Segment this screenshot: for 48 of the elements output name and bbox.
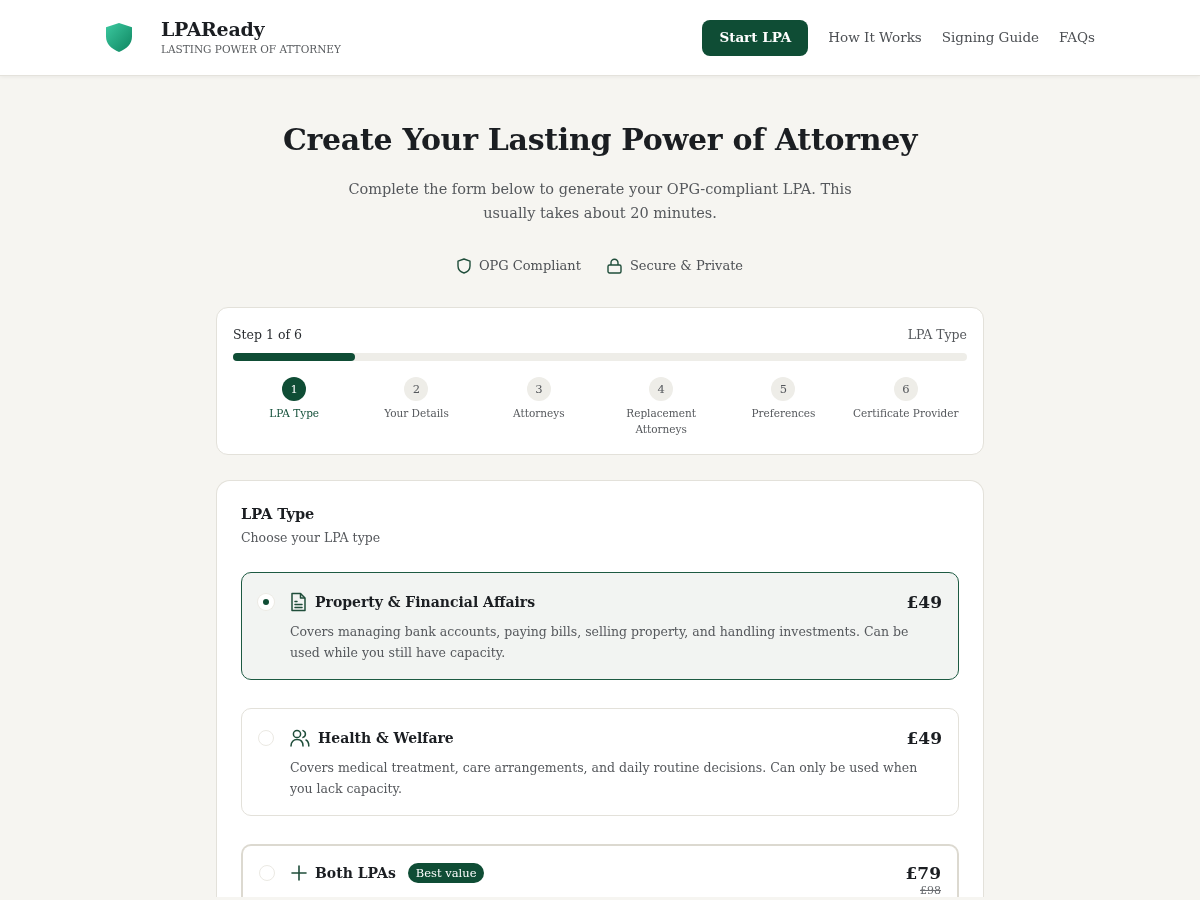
step-label: Preferences	[750, 406, 817, 422]
step-number: 5	[771, 377, 796, 402]
option-title: Health & Welfare	[318, 729, 454, 749]
trust-label: OPG Compliant	[478, 257, 581, 275]
step-counter: Step 1 of 6	[233, 325, 302, 344]
option-description: Covers managing bank accounts, paying bills, selling property, and handling investments. Can be used while you still have capacity.	[290, 623, 910, 663]
lpa-option-card[interactable]: Health & Welfare £49 Covers medical treatment, care arrangements, and daily routine decisions. Can only be used when you lack capacity.	[241, 708, 959, 817]
current-step-name: LPA Type	[907, 325, 967, 344]
option-title: Both LPAs	[315, 864, 396, 884]
people-icon	[290, 728, 310, 749]
step-number: 1	[282, 377, 307, 402]
brand-name: LPAReady	[161, 18, 266, 41]
step-number: 2	[404, 377, 429, 402]
step-label: Replacement Attorneys	[625, 406, 697, 438]
step-label: Your Details	[383, 406, 450, 422]
step-label: Attorneys	[512, 406, 566, 422]
step-label: Certificate Provider	[852, 406, 960, 422]
option-title: Property & Financial Affairs	[315, 593, 536, 613]
step-number: 4	[649, 377, 674, 402]
document-icon	[290, 592, 307, 613]
nav-link[interactable]: FAQs	[1059, 27, 1095, 48]
brand-tagline: LASTING POWER OF ATTORNEY	[161, 42, 341, 57]
page-title: Create Your Lasting Power of Attorney	[281, 122, 920, 158]
step-number: 3	[526, 377, 551, 402]
option-price: £49	[906, 591, 942, 614]
option-price: £79	[905, 862, 941, 885]
old-price: £98	[919, 884, 941, 898]
lpa-option-card[interactable]: Both LPAs Best value £79 £98	[241, 844, 959, 898]
step-number: 6	[893, 377, 918, 402]
shield-logo-icon	[105, 22, 133, 53]
radio-button[interactable]	[258, 594, 274, 611]
lock-icon	[606, 257, 622, 274]
option-description: Covers medical treatment, care arrangements, and daily routine decisions. Can only be used when you lack capacity.	[290, 759, 919, 799]
plus-icon	[291, 865, 307, 882]
trust-label: Secure & Private	[629, 257, 744, 275]
radio-button[interactable]	[258, 730, 274, 747]
nav-link[interactable]: Signing Guide	[941, 27, 1040, 48]
section-title: LPA Type	[241, 504, 316, 525]
radio-button[interactable]	[259, 865, 275, 882]
start-lpa-button[interactable]: Start LPA	[702, 19, 809, 56]
section-subtitle: Choose your LPA type	[241, 529, 382, 548]
step-label: LPA Type	[268, 406, 321, 422]
option-price: £49	[906, 727, 942, 750]
value-badge: Best value	[407, 863, 485, 884]
page-subtitle: Complete the form below to generate your OPG-compliant LPA. This usually takes about 20 minutes.	[347, 180, 853, 223]
lpa-option-card[interactable]: Property & Financial Affairs £49 Covers managing bank accounts, paying bills, selling property, and handling investments. Can be used while you still have capacity.	[241, 572, 959, 681]
nav-link[interactable]: How It Works	[828, 27, 922, 48]
shield-icon	[456, 257, 471, 274]
